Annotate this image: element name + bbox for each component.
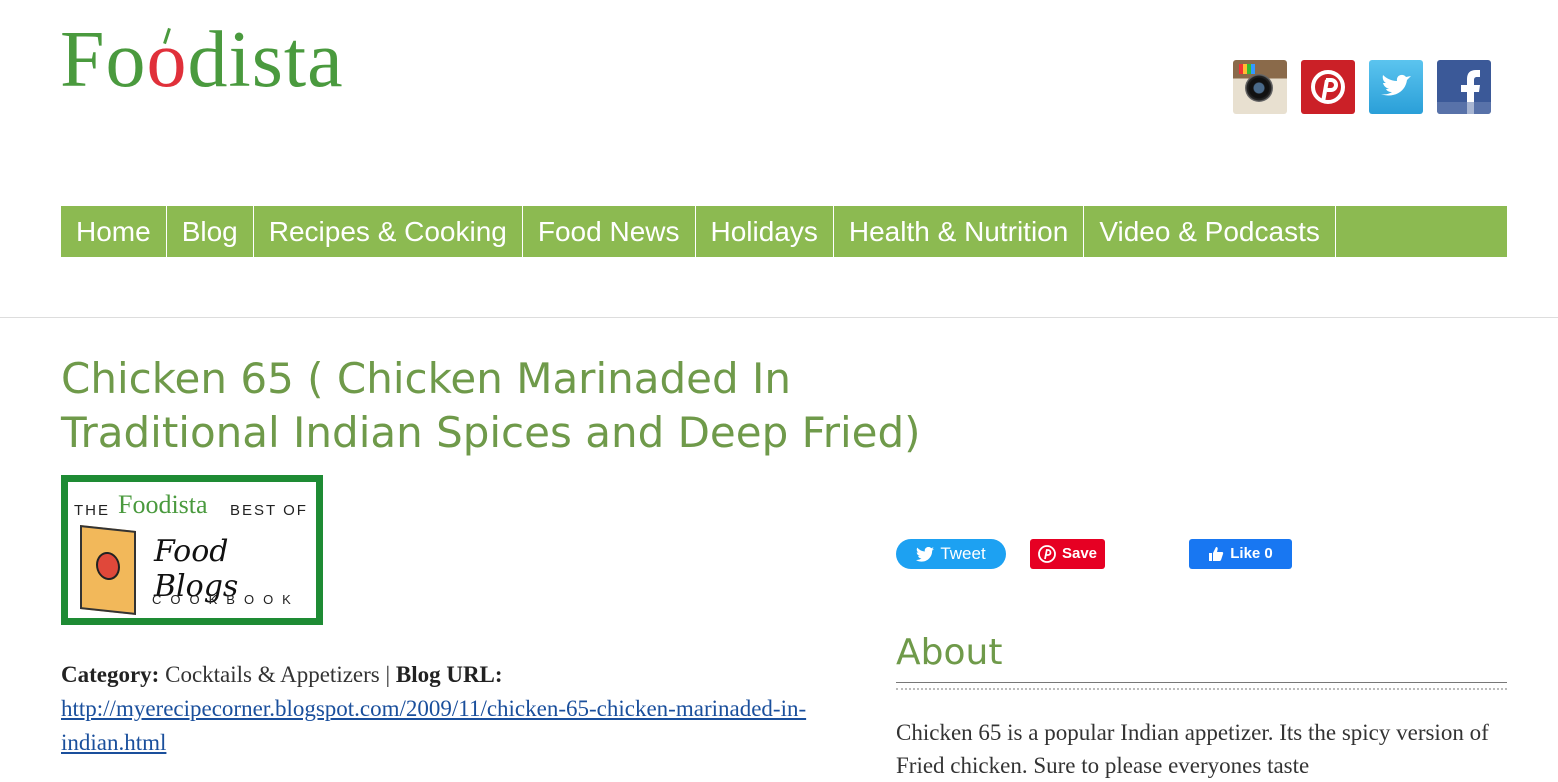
twitter-icon[interactable] [1369,60,1423,114]
instagram-icon[interactable] [1233,60,1287,114]
facebook-icon[interactable] [1437,60,1491,114]
category-label: Category: [61,662,160,687]
nav-item-video-podcasts[interactable]: Video & Podcasts [1084,206,1336,257]
save-label: Save [1061,545,1098,562]
page-title: Chicken 65 ( Chicken Marinaded In Tradit… [61,354,921,457]
tweet-button[interactable]: Tweet [896,539,1006,569]
nav-item-home[interactable]: Home [61,206,167,257]
about-dotted-rule [896,688,1507,690]
about-rule [896,682,1507,683]
pinterest-icon[interactable] [1301,60,1355,114]
best-of-food-blogs-badge[interactable]: THE Foodista BEST OF Food Blogs COOKBOOK [61,475,323,625]
badge-cookbook-label: COOKBOOK [152,592,300,607]
article-meta: Category: Cocktails & Appetizers | Blog … [61,658,821,760]
nav-item-health-nutrition[interactable]: Health & Nutrition [834,206,1085,257]
twitter-bird-icon [916,546,935,562]
badge-the-label: THE [74,502,110,519]
category-value: Cocktails & Appetizers [165,662,380,687]
main-nav: Home Blog Recipes & Cooking Food News Ho… [61,206,1507,257]
nav-item-blog[interactable]: Blog [167,206,254,257]
tweet-label: Tweet [940,544,986,563]
badge-brand-label: Foodista [118,490,208,519]
meta-separator: | [385,662,391,687]
badge-best-of-label: BEST OF [230,502,308,519]
foodista-logo[interactable]: Foodista [60,14,344,106]
thumbs-up-icon [1209,547,1224,561]
nav-item-holidays[interactable]: Holidays [696,206,834,257]
about-heading: About [896,632,1003,673]
logo-text-end: dista [187,16,344,104]
like-label: Like 0 [1230,545,1273,562]
apple-icon: o [146,16,188,104]
pinterest-save-button[interactable]: Save [1030,539,1105,569]
header-divider [0,317,1558,318]
blog-url-link[interactable]: http://myerecipecorner.blogspot.com/2009… [61,696,806,755]
logo-text-start: Fo [60,16,147,104]
cookbook-icon [80,525,136,615]
nav-item-recipes-cooking[interactable]: Recipes & Cooking [254,206,523,257]
nav-item-food-news[interactable]: Food News [523,206,696,257]
facebook-like-button[interactable]: Like 0 [1189,539,1292,569]
about-text: Chicken 65 is a popular Indian appetizer… [896,720,1489,778]
blog-url-label: Blog URL: [395,662,503,687]
pinterest-p-icon [1038,545,1056,563]
